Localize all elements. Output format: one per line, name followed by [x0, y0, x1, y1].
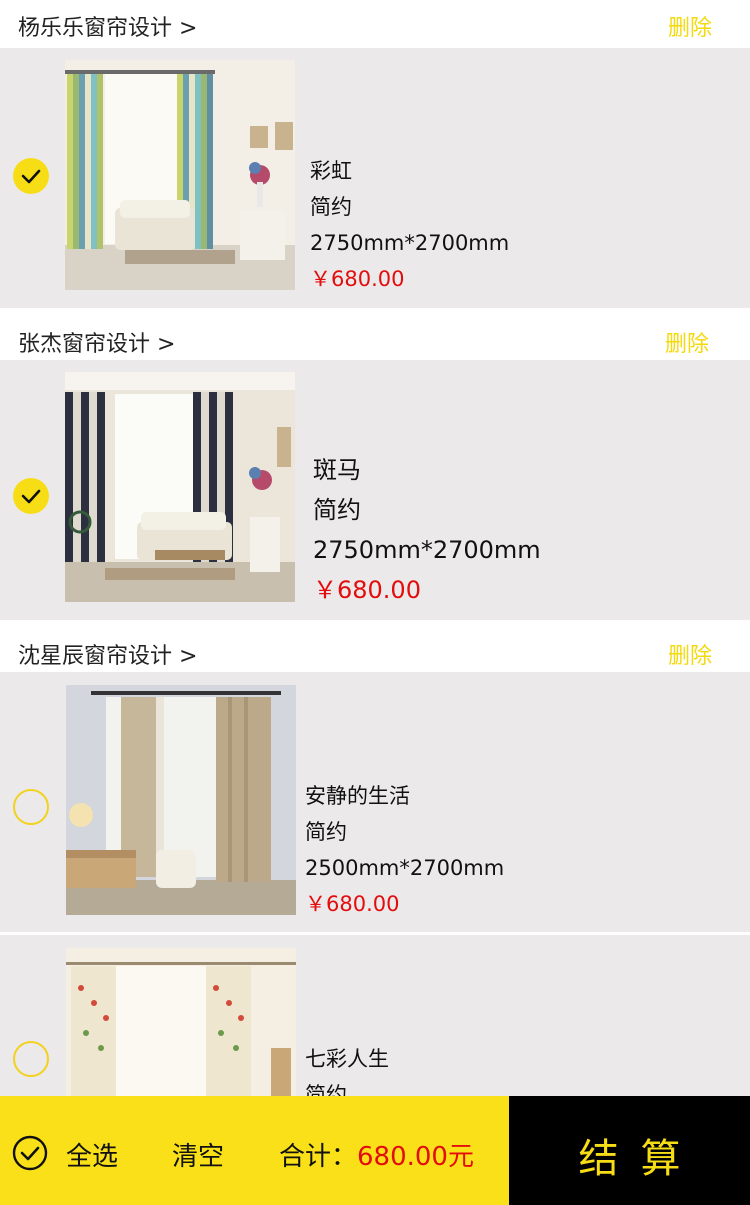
item-info: 安静的生活 简约 2500mm*2700mm ￥680.00: [305, 778, 504, 922]
shop-title-link[interactable]: 杨乐乐窗帘设计 >: [18, 10, 197, 42]
item-size: 2750mm*2700mm: [313, 536, 541, 564]
item-checkbox[interactable]: [13, 789, 49, 825]
cart-item: 斑马 简约 2750mm*2700mm ￥680.00: [0, 360, 750, 620]
item-price: ￥680.00: [305, 892, 400, 916]
product-image[interactable]: [66, 948, 296, 1096]
total-amount: 680.00元: [357, 1142, 474, 1172]
item-info: 彩虹 简约 2750mm*2700mm ￥680.00: [310, 153, 509, 297]
checkout-label: 结算: [578, 1136, 703, 1182]
item-checkbox[interactable]: [13, 158, 49, 194]
item-price: ￥680.00: [310, 267, 405, 291]
shop-title-link[interactable]: 张杰窗帘设计 >: [18, 326, 175, 358]
item-style: 简约: [305, 820, 347, 844]
item-size: 2500mm*2700mm: [305, 856, 505, 880]
item-style: 简约: [310, 195, 352, 219]
summary-panel: 全选 清空 合计： 680.00元: [0, 1096, 509, 1205]
cart-item: 七彩人生 简约: [0, 935, 750, 1107]
item-name: 彩虹: [310, 159, 352, 183]
item-price: ￥680.00: [313, 576, 421, 604]
item-info: 斑马 简约 2750mm*2700mm ￥680.00: [313, 450, 541, 610]
shop-header-1: 杨乐乐窗帘设计 > 删除: [0, 0, 750, 48]
item-style: 简约: [313, 496, 361, 524]
clear-button[interactable]: 清空: [172, 1136, 224, 1173]
checkout-button[interactable]: 结算: [509, 1096, 750, 1205]
delete-button[interactable]: 删除: [665, 326, 709, 358]
product-image[interactable]: [65, 60, 295, 290]
product-image[interactable]: [65, 372, 295, 602]
item-checkbox[interactable]: [13, 1041, 49, 1077]
check-circle-icon: [21, 489, 41, 504]
item-name: 七彩人生: [305, 1047, 389, 1071]
cart-item: 安静的生活 简约 2500mm*2700mm ￥680.00: [0, 672, 750, 932]
cart-item: 彩虹 简约 2750mm*2700mm ￥680.00: [0, 48, 750, 308]
product-image[interactable]: [66, 685, 296, 915]
check-circle-icon: [21, 169, 41, 184]
checkout-bar: 全选 清空 合计： 680.00元 结算: [0, 1096, 750, 1205]
item-size: 2750mm*2700mm: [310, 231, 510, 255]
shop-header-3: 沈星辰窗帘设计 > 删除: [0, 622, 750, 672]
shop-title-link[interactable]: 沈星辰窗帘设计 >: [18, 638, 197, 670]
delete-button[interactable]: 删除: [668, 638, 712, 670]
delete-button[interactable]: 删除: [668, 10, 712, 42]
shop-header-2: 张杰窗帘设计 > 删除: [0, 310, 750, 360]
item-name: 斑马: [313, 456, 361, 484]
item-checkbox[interactable]: [13, 478, 49, 514]
select-all-check-icon[interactable]: [11, 1134, 49, 1172]
select-all-button[interactable]: 全选: [66, 1136, 118, 1173]
item-name: 安静的生活: [305, 784, 410, 808]
total-label: 合计：: [279, 1142, 358, 1172]
